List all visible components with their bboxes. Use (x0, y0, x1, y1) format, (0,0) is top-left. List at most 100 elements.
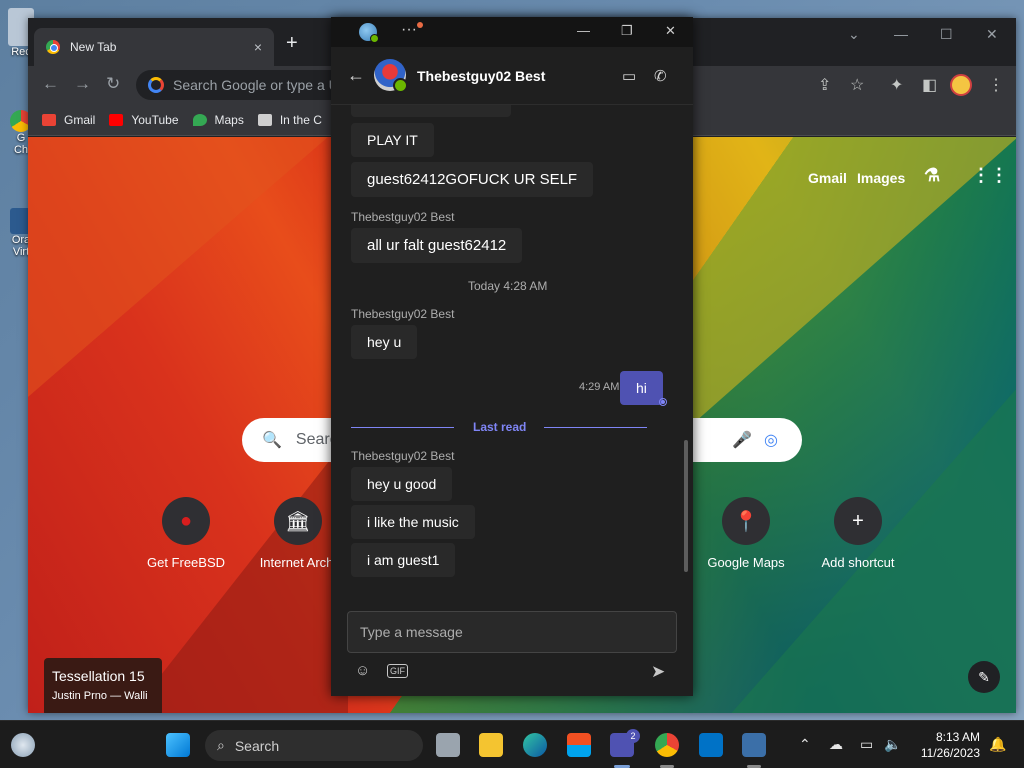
shortcut-label: Add shortcut (821, 555, 895, 570)
chat-messages: PLAY IT guest62412GOFUCK UR SELF Thebest… (331, 105, 693, 605)
close-icon[interactable]: ✕ (986, 26, 998, 43)
plus-icon: + (834, 497, 882, 545)
close-icon[interactable]: ✕ (665, 23, 676, 39)
bookmark-gmail[interactable]: Gmail (42, 113, 95, 127)
start-icon[interactable] (166, 733, 190, 757)
contact-name[interactable]: Thebestguy02 Best (417, 68, 545, 84)
message-sender: Thebestguy02 Best (351, 210, 455, 224)
wallpaper-title: Tessellation 15 (52, 668, 145, 684)
new-tab-button[interactable]: + (286, 32, 298, 55)
minimize-icon[interactable]: — (577, 23, 590, 38)
message-bubble[interactable]: hey u good (351, 467, 453, 501)
bookmark-label: In the C (279, 112, 322, 127)
chat-scrollbar[interactable] (684, 440, 688, 572)
message-sender: Thebestguy02 Best (351, 307, 455, 321)
mail-icon[interactable] (699, 733, 723, 757)
teams-profile-icon[interactable] (359, 23, 379, 43)
onedrive-icon[interactable]: ☁ (829, 736, 843, 753)
task-view-icon[interactable] (436, 733, 460, 757)
message-bubble[interactable]: i like the music (351, 505, 475, 539)
virtualbox-icon[interactable] (742, 733, 766, 757)
menu-icon[interactable]: ⋮ (988, 75, 1004, 95)
teams-titlebar: ··· — ❐ ✕ (331, 17, 693, 47)
bookmark-star-icon[interactable]: ☆ (850, 75, 864, 95)
lens-icon[interactable]: ◎ (764, 430, 778, 450)
tab-search-icon[interactable]: ⌄ (848, 26, 860, 43)
close-tab-icon[interactable]: × (254, 39, 262, 55)
message-bubble[interactable]: i am guest1 (351, 543, 456, 577)
emoji-icon[interactable]: ☺ (355, 662, 370, 679)
file-explorer-icon[interactable] (479, 733, 503, 757)
network-icon[interactable]: ▭ (860, 736, 873, 753)
wallpaper-credit[interactable]: Tessellation 15 Justin Prno — Walli (44, 658, 162, 713)
shortcut-get-freebsd[interactable]: ● Get FreeBSD (126, 497, 246, 570)
images-link[interactable]: Images (857, 170, 905, 186)
last-read-label: Last read (473, 420, 527, 434)
archive-icon: 🏛 (274, 497, 322, 545)
last-read-line (351, 427, 454, 428)
side-panel-icon[interactable]: ◧ (922, 75, 937, 95)
more-options-icon[interactable]: ··· (401, 21, 417, 39)
message-bubble[interactable]: PLAY IT (351, 123, 434, 157)
taskbar-search[interactable]: ⌕ Search (205, 730, 423, 761)
maximize-icon[interactable]: ☐ (940, 26, 953, 43)
forward-icon[interactable]: → (74, 74, 91, 94)
google-icon (148, 77, 164, 93)
clock[interactable]: 8:13 AM 11/26/2023 (918, 729, 980, 761)
youtube-icon (109, 113, 124, 126)
clock-date: 11/26/2023 (920, 746, 980, 760)
message-sender: Thebestguy02 Best (351, 449, 455, 463)
taskbar-search-label: Search (234, 737, 280, 754)
tab-title: New Tab (70, 40, 117, 54)
my-message-bubble[interactable]: hi (620, 371, 663, 405)
minimize-icon[interactable]: — (894, 26, 908, 42)
message-time: 4:29 AM (579, 381, 620, 393)
weather-icon[interactable] (11, 733, 35, 757)
message-input[interactable]: Type a message (347, 611, 677, 653)
back-arrow-icon[interactable]: ← (347, 65, 365, 86)
gmail-icon (42, 113, 56, 126)
bookmark-youtube[interactable]: YouTube (109, 113, 179, 127)
profile-avatar[interactable] (950, 74, 972, 96)
volume-icon[interactable]: 🔈 (884, 736, 901, 753)
send-icon[interactable]: ➤ (651, 662, 665, 682)
customize-pencil-icon[interactable]: ✎ (968, 661, 1000, 693)
labs-icon[interactable]: ⚗ (924, 165, 940, 186)
chat-header: ← Thebestguy02 Best ▭ ✆ (331, 47, 693, 105)
message-placeholder: Type a message (360, 624, 463, 640)
shortcut-add[interactable]: + Add shortcut (798, 497, 918, 570)
bookmark-maps[interactable]: Maps (192, 113, 244, 127)
shortcut-glyph: 📍 (733, 510, 759, 533)
shortcut-glyph: + (852, 509, 864, 532)
contact-avatar[interactable] (374, 59, 408, 93)
freebsd-icon: ● (162, 497, 210, 545)
message-bubble[interactable]: hey u (351, 325, 418, 359)
voice-search-icon[interactable]: 🎤 (732, 430, 752, 450)
message-bubble[interactable]: all ur falt guest62412 (351, 228, 523, 263)
message-bubble[interactable]: guest62412GOFUCK UR SELF (351, 162, 594, 197)
audio-call-icon[interactable]: ✆ (654, 67, 667, 85)
shortcut-google-maps[interactable]: 📍 Google Maps (686, 497, 806, 570)
bookmark-in-the[interactable]: In the C (257, 112, 322, 127)
extensions-icon[interactable]: ✦ (890, 75, 903, 95)
tab-new-tab[interactable]: New Tab × (34, 28, 274, 66)
restore-icon[interactable]: ❐ (621, 23, 633, 39)
show-hidden-icons-chevron-icon[interactable]: ⌃ (799, 736, 811, 753)
notification-bell-icon[interactable]: 🔔 (989, 736, 1006, 753)
back-icon[interactable]: ← (42, 74, 59, 94)
apps-grid-icon[interactable]: ⋮⋮ (972, 165, 1008, 186)
chrome-icon[interactable] (655, 733, 679, 757)
search-icon: ⌕ (217, 737, 225, 753)
shortcut-label: Get FreeBSD (146, 555, 226, 570)
message-bubble[interactable] (351, 105, 511, 117)
gmail-link[interactable]: Gmail (808, 170, 847, 186)
shortcut-glyph: ● (179, 509, 193, 532)
edge-icon[interactable] (523, 733, 547, 757)
teams-chat-window: ··· — ❐ ✕ ← Thebestguy02 Best ▭ ✆ PLAY I… (331, 17, 693, 696)
share-icon[interactable]: ⇪ (818, 75, 831, 95)
video-call-icon[interactable]: ▭ (622, 67, 636, 85)
reload-icon[interactable]: ↻ (106, 74, 120, 94)
store-icon[interactable] (567, 733, 591, 757)
gif-icon[interactable]: GIF (387, 664, 408, 678)
taskbar: ⌕ Search 2 ⌃ ☁ ▭ 🔈 8:13 AM 11/26/2023 🔔 (0, 720, 1024, 768)
